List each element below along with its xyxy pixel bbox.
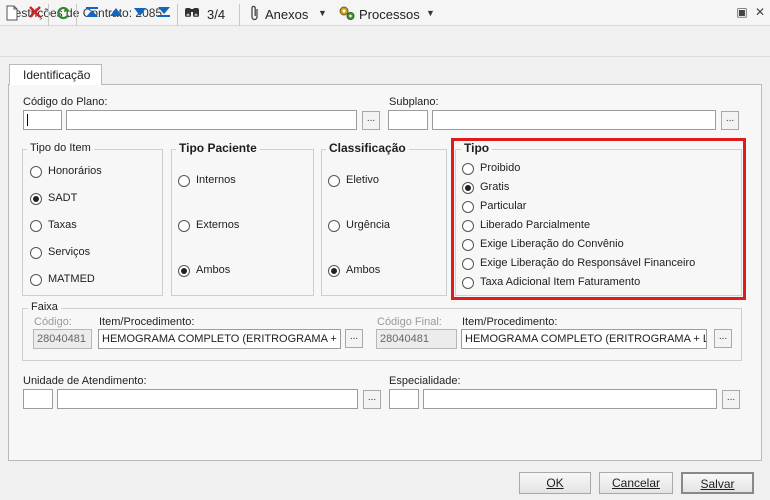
subplano-label: Subplano: — [389, 96, 439, 108]
unidade-lookup-button[interactable]: ... — [363, 390, 381, 409]
new-document-icon[interactable] — [3, 5, 21, 23]
tipo-item-title: Tipo do Item — [27, 142, 94, 154]
tipo-item-option-label[interactable]: SADT — [48, 192, 77, 204]
tipo-item-option-label[interactable]: Serviços — [48, 246, 90, 258]
faixa-codigo-final-label: Código Final: — [377, 316, 442, 328]
tipo-paciente-radio[interactable] — [178, 265, 190, 277]
classificacao-option-label[interactable]: Urgência — [346, 219, 390, 231]
tipo-item-radio[interactable] — [30, 166, 42, 178]
unidade-codigo-input[interactable] — [23, 389, 53, 409]
tipo-paciente-option-label[interactable]: Externos — [196, 219, 239, 231]
chevron-down-icon[interactable]: ▼ — [426, 8, 435, 18]
tipo-item-option-label[interactable]: Taxas — [48, 219, 77, 231]
cancelar-button[interactable]: Cancelar — [599, 472, 673, 494]
faixa-codigo-label: Código: — [34, 316, 72, 328]
tipo-item-radio[interactable] — [30, 193, 42, 205]
faixa-item-input[interactable]: HEMOGRAMA COMPLETO (ERITROGRAMA + LE — [98, 329, 341, 349]
toolbar-separator — [177, 4, 178, 26]
unidade-descricao-input[interactable] — [57, 389, 358, 409]
subplano-descricao-input[interactable] — [432, 110, 716, 130]
especialidade-label: Especialidade: — [389, 375, 461, 387]
next-record-icon[interactable] — [131, 5, 149, 23]
tab-identificacao[interactable]: Identificação — [9, 64, 102, 85]
tipo-item-option-label[interactable]: Honorários — [48, 165, 102, 177]
classificacao-radio[interactable] — [328, 175, 340, 187]
faixa-codigo-final-input: 28040481 — [376, 329, 457, 349]
unidade-label: Unidade de Atendimento: — [23, 375, 147, 387]
especialidade-descricao-input[interactable] — [423, 389, 717, 409]
tipo-item-radio[interactable] — [30, 247, 42, 259]
search-binoculars-icon[interactable] — [183, 5, 201, 23]
refresh-icon[interactable] — [54, 5, 72, 23]
faixa-item-final-input[interactable]: HEMOGRAMA COMPLETO (ERITROGRAMA + LE — [461, 329, 707, 349]
codigo-plano-input[interactable] — [23, 110, 62, 130]
tipo-paciente-option-label[interactable]: Ambos — [196, 264, 230, 276]
tipo-paciente-radio[interactable] — [178, 220, 190, 232]
classificacao-title: Classificação — [326, 141, 409, 155]
record-position: 3/4 — [207, 7, 226, 22]
toolbar — [0, 27, 770, 57]
last-record-icon[interactable] — [155, 5, 173, 23]
anexos-menu[interactable]: Anexos — [265, 7, 308, 22]
close-icon[interactable]: ✕ — [752, 4, 768, 20]
faixa-item-label: Item/Procedimento: — [99, 316, 195, 328]
salvar-button-label: Salvar — [700, 477, 735, 491]
faixa-item-lookup-button[interactable]: ... — [345, 329, 363, 348]
paperclip-icon[interactable] — [246, 5, 264, 23]
processos-menu[interactable]: Processos — [359, 7, 420, 22]
restore-icon[interactable]: ▣ — [734, 4, 750, 20]
tipo-paciente-title: Tipo Paciente — [176, 141, 260, 155]
subplano-lookup-button[interactable]: ... — [721, 111, 739, 130]
cancelar-button-label: Cancelar — [611, 476, 661, 490]
toolbar-separator — [76, 4, 77, 26]
plano-lookup-button[interactable]: ... — [362, 111, 380, 130]
ok-button[interactable]: OK — [519, 472, 591, 494]
classificacao-option-label[interactable]: Eletivo — [346, 174, 379, 186]
tipo-paciente-group — [171, 149, 314, 296]
especialidade-codigo-input[interactable] — [389, 389, 419, 409]
chevron-down-icon[interactable]: ▼ — [318, 8, 327, 18]
codigo-plano-label: Código do Plano: — [23, 96, 108, 108]
toolbar-separator — [239, 4, 240, 26]
especialidade-lookup-button[interactable]: ... — [722, 390, 740, 409]
faixa-item-final-lookup-button[interactable]: ... — [714, 329, 732, 348]
previous-record-icon[interactable] — [107, 5, 125, 23]
classificacao-radio[interactable] — [328, 265, 340, 277]
salvar-button[interactable]: Salvar — [681, 472, 754, 494]
tipo-paciente-option-label[interactable]: Internos — [196, 174, 236, 186]
subplano-codigo-input[interactable] — [388, 110, 428, 130]
tipo-highlight-box — [451, 138, 746, 300]
plano-descricao-input[interactable] — [66, 110, 357, 130]
ok-button-label: OK — [546, 476, 564, 490]
tipo-item-option-label[interactable]: MATMED — [48, 273, 95, 285]
delete-icon[interactable] — [26, 5, 44, 23]
tipo-item-radio[interactable] — [30, 220, 42, 232]
classificacao-radio[interactable] — [328, 220, 340, 232]
tipo-paciente-radio[interactable] — [178, 175, 190, 187]
faixa-item-final-label: Item/Procedimento: — [462, 316, 558, 328]
faixa-codigo-input: 28040481 — [33, 329, 92, 349]
toolbar-separator — [48, 4, 49, 26]
classificacao-option-label[interactable]: Ambos — [346, 264, 380, 276]
tipo-item-radio[interactable] — [30, 274, 42, 286]
first-record-icon[interactable] — [83, 5, 101, 23]
faixa-title: Faixa — [28, 301, 61, 313]
processes-gears-icon[interactable] — [338, 5, 356, 23]
